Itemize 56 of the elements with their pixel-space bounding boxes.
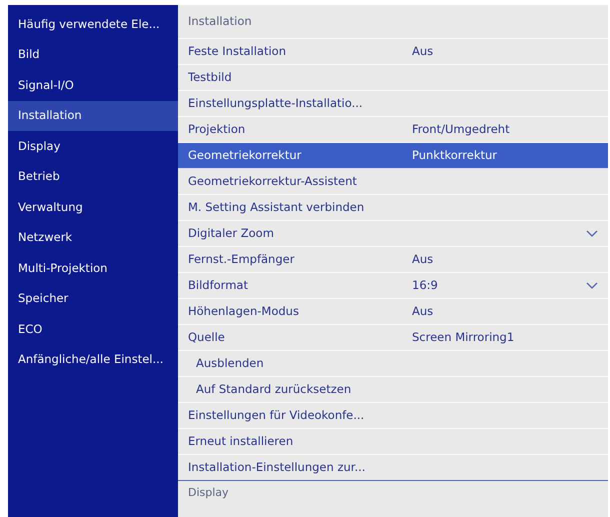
- setting-label: Erneut installieren: [187, 432, 294, 450]
- setting-label: Höhenlagen-Modus: [187, 302, 300, 320]
- sidebar-item[interactable]: Netzwerk: [8, 222, 178, 253]
- setting-value: Punktkorrektur: [412, 146, 498, 164]
- setting-label: Ausblenden: [195, 354, 265, 372]
- setting-value: Aus: [412, 42, 434, 60]
- settings-row[interactable]: M. Setting Assistant verbinden: [178, 195, 608, 221]
- settings-row[interactable]: Installation-Einstellungen zur...: [178, 455, 608, 481]
- setting-label: Installation-Einstellungen zur...: [187, 458, 366, 476]
- sidebar-item[interactable]: ECO: [8, 314, 178, 344]
- settings-row[interactable]: Feste Installation Aus: [178, 39, 608, 65]
- chevron-down-icon: [586, 230, 598, 237]
- setting-label: Einstellungsplatte-Installatio...: [187, 94, 364, 112]
- sidebar-item[interactable]: Display: [8, 131, 178, 162]
- settings-row[interactable]: Quelle Screen Mirroring1: [178, 325, 608, 351]
- settings-row[interactable]: Einstellungsplatte-Installatio...: [178, 91, 608, 117]
- panel-title: Installation: [178, 5, 608, 39]
- setting-label: Testbild: [187, 68, 233, 86]
- settings-row[interactable]: Einstellungen für Videokonfe...: [178, 403, 608, 429]
- sidebar-item[interactable]: Bild: [8, 40, 178, 70]
- setting-label: Geometriekorrektur-Assistent: [187, 172, 358, 190]
- setting-label: Feste Installation: [187, 42, 287, 60]
- setting-label: Quelle: [187, 328, 226, 346]
- settings-row[interactable]: Höhenlagen-Modus Aus: [178, 299, 608, 325]
- setting-value: Aus: [412, 302, 434, 320]
- sidebar-item[interactable]: Speicher: [8, 284, 178, 314]
- settings-row[interactable]: Auf Standard zurücksetzen: [178, 377, 608, 403]
- setting-value: Screen Mirroring1: [412, 328, 514, 346]
- setting-label: Projektion: [187, 120, 246, 138]
- settings-row[interactable]: Digitaler Zoom: [178, 221, 608, 247]
- setting-label: M. Setting Assistant verbinden: [187, 198, 366, 216]
- settings-row[interactable]: Bildformat 16:9: [178, 273, 608, 299]
- setting-value: 16:9: [412, 276, 438, 294]
- setting-label: Geometriekorrektur: [187, 146, 302, 164]
- sidebar-item[interactable]: Häufig verwendete Ele...: [8, 9, 178, 40]
- settings-row[interactable]: Erneut installieren: [178, 429, 608, 455]
- settings-row[interactable]: Ausblenden: [178, 351, 608, 377]
- sidebar-item[interactable]: Signal-I/O: [8, 70, 178, 100]
- setting-label: Einstellungen für Videokonfe...: [187, 406, 366, 424]
- sidebar-item[interactable]: Installation: [8, 100, 178, 131]
- chevron-down-icon: [586, 282, 598, 289]
- section-title: Display: [187, 484, 230, 501]
- setting-label: Auf Standard zurücksetzen: [195, 380, 352, 398]
- settings-row[interactable]: Geometriekorrektur-Assistent: [178, 169, 608, 195]
- setting-value: Front/Umgedreht: [412, 120, 510, 138]
- sidebar-item[interactable]: Anfängliche/alle Einstel...: [8, 344, 178, 375]
- settings-row[interactable]: Testbild: [178, 65, 608, 91]
- sidebar-item[interactable]: Verwaltung: [8, 192, 178, 222]
- setting-label: Bildformat: [187, 276, 249, 294]
- setting-label: Fernst.-Empfänger: [187, 250, 296, 268]
- setting-label: Digitaler Zoom: [187, 224, 275, 242]
- settings-row[interactable]: Fernst.-Empfänger Aus: [178, 247, 608, 273]
- settings-row[interactable]: Geometriekorrektur Punktkorrektur: [178, 143, 608, 169]
- setting-value: Aus: [412, 250, 434, 268]
- sidebar-item[interactable]: Multi-Projektion: [8, 253, 178, 284]
- sidebar-item[interactable]: Betrieb: [8, 162, 178, 192]
